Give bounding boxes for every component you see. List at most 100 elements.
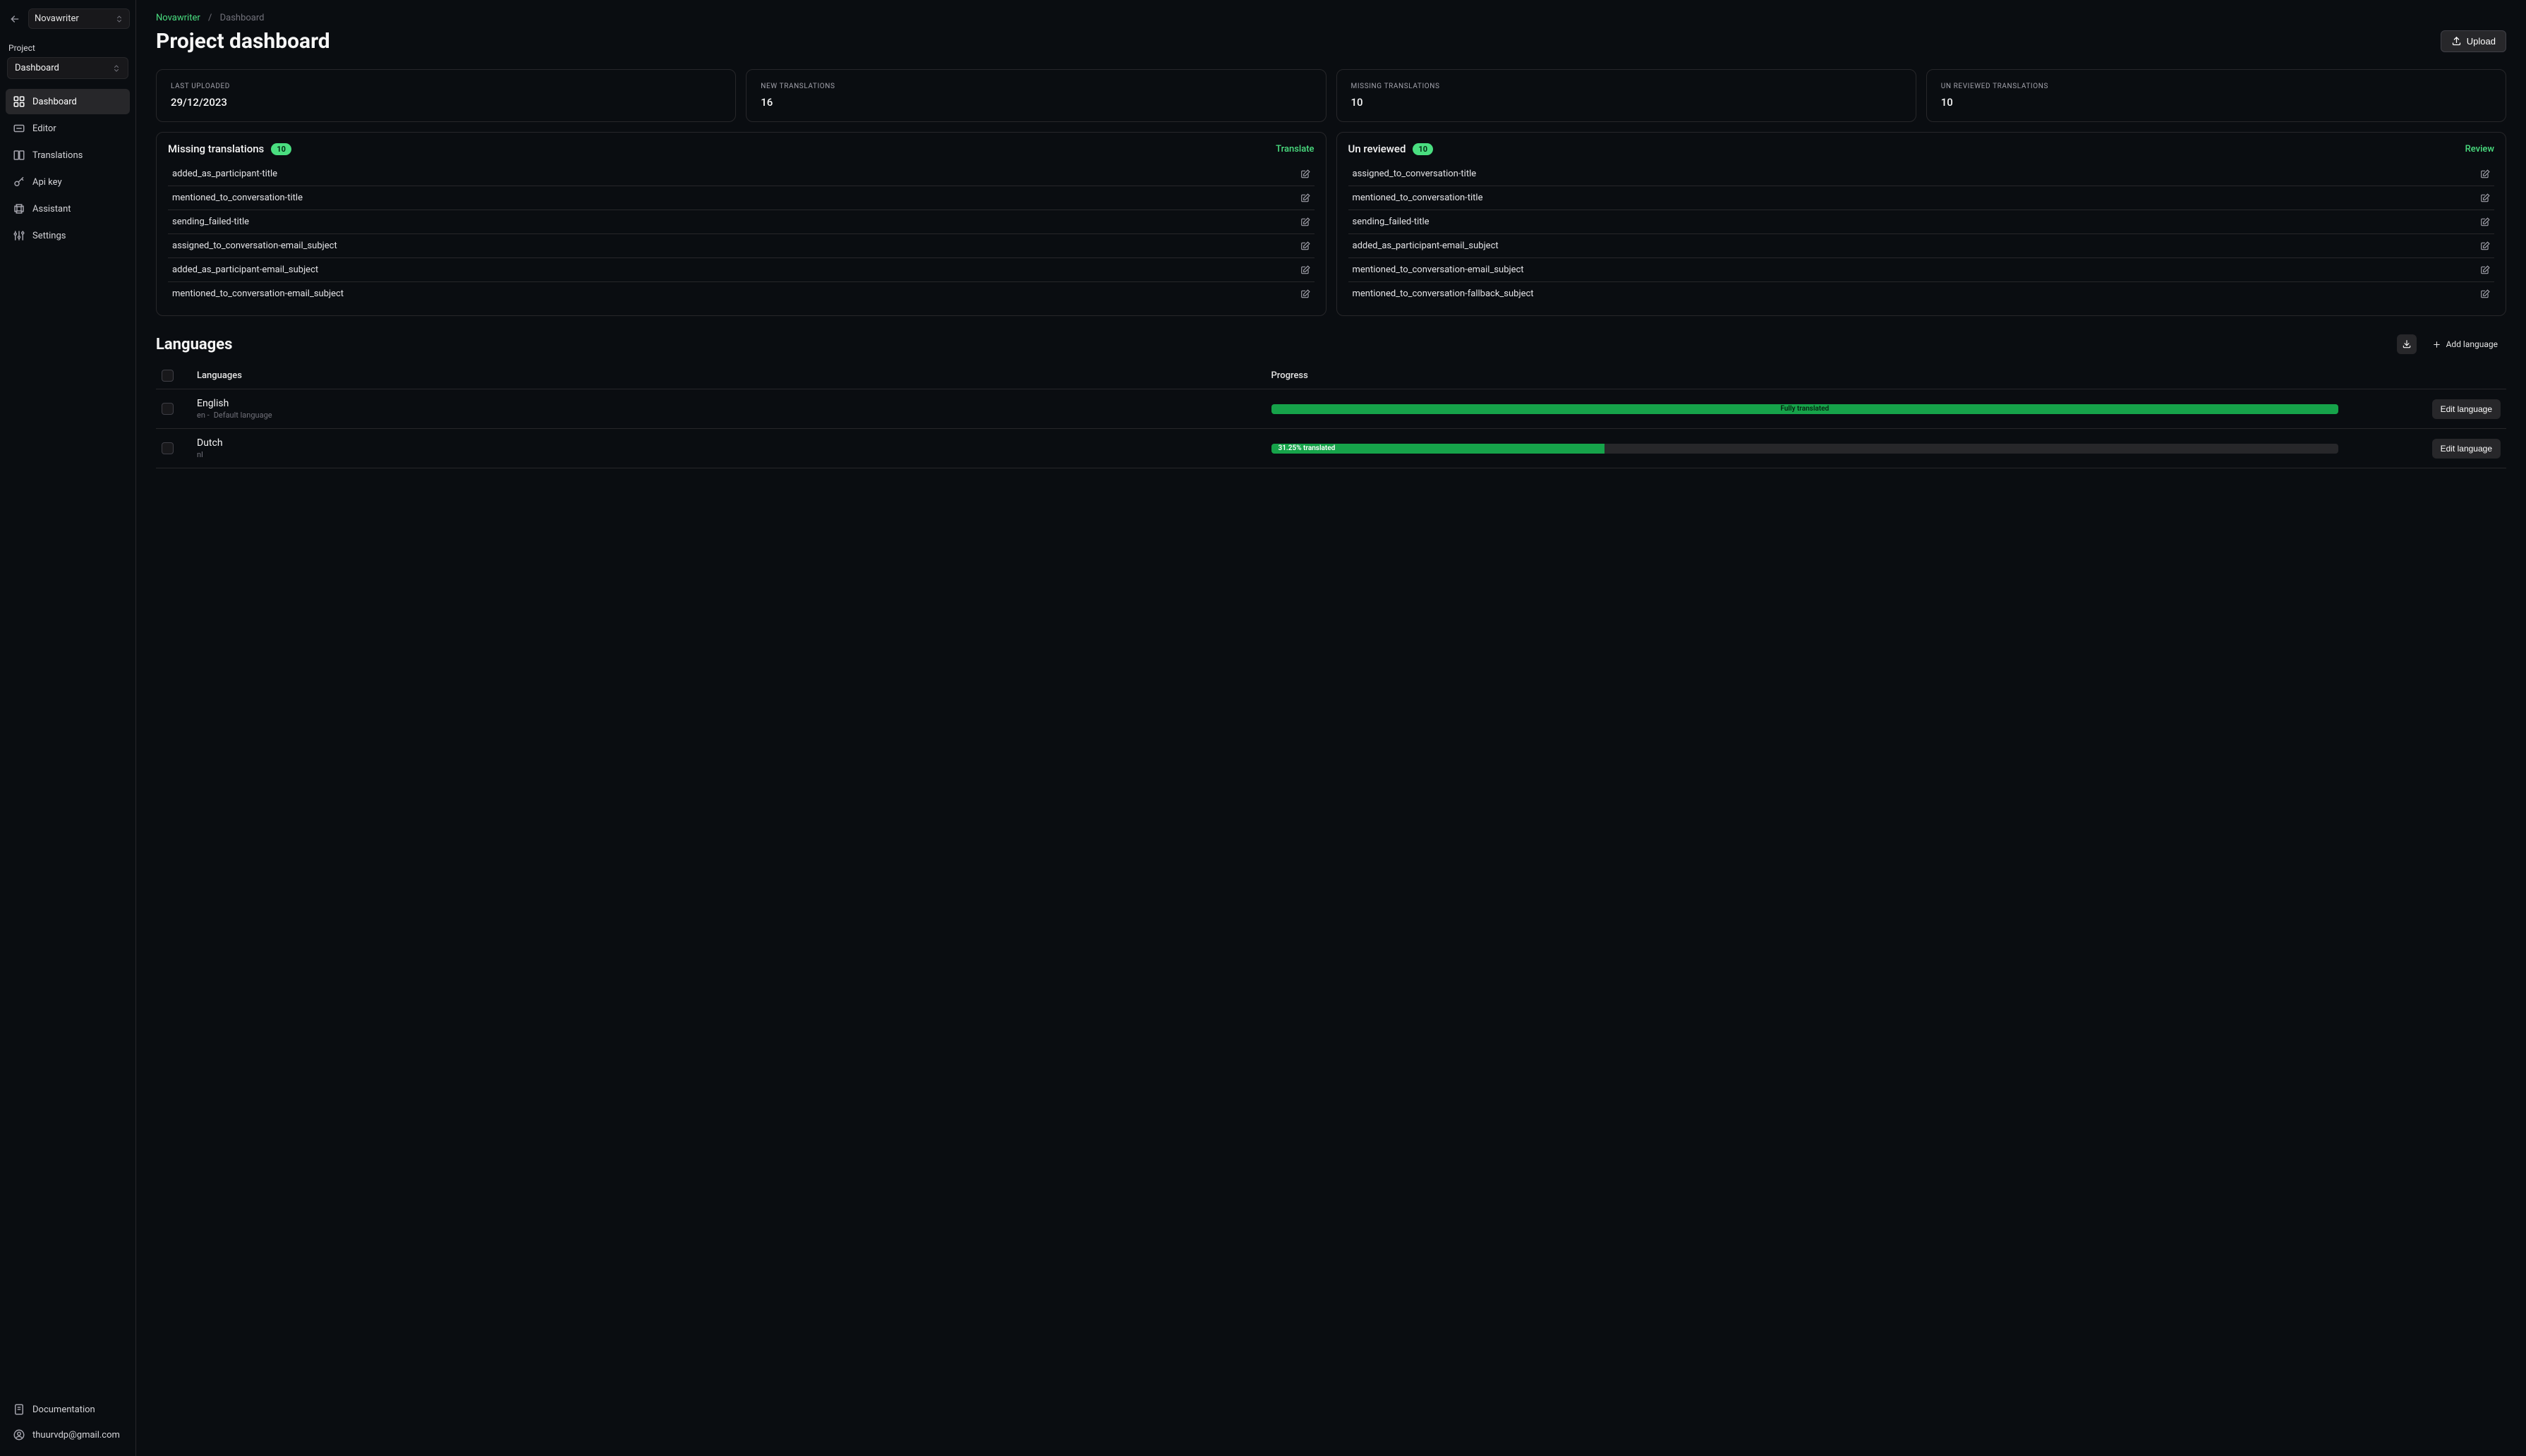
- breadcrumb: Novawriter / Dashboard: [156, 13, 2506, 23]
- key-name: added_as_participant-title: [172, 169, 277, 179]
- panel-title: Missing translations: [168, 142, 264, 155]
- breadcrumb-root[interactable]: Novawriter: [156, 13, 200, 23]
- translation-key-item: assigned_to_conversation-title: [1348, 162, 2495, 186]
- nav-editor[interactable]: Editor: [6, 116, 130, 141]
- translation-key-item: added_as_participant-title: [168, 162, 1315, 186]
- stat-last-uploaded: LAST UPLOADED 29/12/2023: [156, 69, 736, 122]
- nav-dashboard[interactable]: Dashboard: [6, 89, 130, 114]
- upload-label: Upload: [2467, 36, 2496, 47]
- add-language-button[interactable]: Add language: [2424, 335, 2506, 353]
- key-name: mentioned_to_conversation-fallback_subje…: [1353, 289, 1534, 299]
- edit-icon[interactable]: [2480, 217, 2490, 227]
- edit-icon[interactable]: [2480, 289, 2490, 299]
- row-checkbox[interactable]: [162, 442, 174, 454]
- stat-value: 16: [761, 96, 1311, 109]
- breadcrumb-current: Dashboard: [220, 13, 265, 23]
- add-language-label: Add language: [2446, 339, 2498, 349]
- nav-label: Assistant: [32, 204, 71, 214]
- languages-title: Languages: [156, 336, 232, 353]
- stat-missing-translations: MISSING TRANSLATIONS 10: [1336, 69, 1916, 122]
- review-action[interactable]: Review: [2465, 144, 2494, 154]
- upload-button[interactable]: Upload: [2441, 30, 2506, 52]
- project-select[interactable]: Dashboard: [7, 57, 128, 79]
- project-name: Dashboard: [15, 63, 59, 73]
- stat-label: LAST UPLOADED: [171, 83, 721, 90]
- key-name: mentioned_to_conversation-title: [172, 193, 303, 203]
- edit-icon[interactable]: [2480, 169, 2490, 179]
- key-name: added_as_participant-email_subject: [1353, 241, 1499, 251]
- stat-label: UN REVIEWED TRANSLATIONS: [1941, 83, 2491, 90]
- arrow-left-icon: [9, 13, 20, 25]
- org-name: Novawriter: [35, 13, 79, 24]
- nav-label: Api key: [32, 177, 62, 188]
- user-email: thuurvdp@gmail.com: [32, 1430, 120, 1440]
- progress-text: Fully translated: [1271, 404, 2339, 414]
- plus-icon: [2432, 340, 2441, 349]
- edit-language-button[interactable]: Edit language: [2432, 399, 2501, 419]
- nav-label: Translations: [32, 150, 83, 161]
- edit-icon[interactable]: [1300, 289, 1310, 299]
- translate-action[interactable]: Translate: [1276, 144, 1314, 154]
- edit-icon[interactable]: [2480, 241, 2490, 251]
- key-name: sending_failed-title: [172, 217, 249, 227]
- key-name: mentioned_to_conversation-title: [1353, 193, 1483, 203]
- download-button[interactable]: [2397, 334, 2417, 354]
- key-name: added_as_participant-email_subject: [172, 265, 318, 275]
- language-name: English: [197, 398, 1264, 409]
- translation-key-item: added_as_participant-email_subject: [1348, 233, 2495, 257]
- edit-icon[interactable]: [1300, 169, 1310, 179]
- main-content: Novawriter / Dashboard Project dashboard…: [136, 0, 2526, 1456]
- translation-key-item: sending_failed-title: [168, 210, 1315, 233]
- stat-label: NEW TRANSLATIONS: [761, 83, 1311, 90]
- sidebar: Novawriter Project Dashboard Dashboard E…: [0, 0, 136, 1456]
- nav-translations[interactable]: Translations: [6, 142, 130, 168]
- back-button[interactable]: [6, 10, 24, 28]
- key-icon: [13, 176, 25, 188]
- stat-value: 10: [1351, 96, 1902, 109]
- nav-assistant[interactable]: Assistant: [6, 196, 130, 222]
- key-name: mentioned_to_conversation-email_subject: [1353, 265, 1524, 275]
- key-name: assigned_to_conversation-title: [1353, 169, 1477, 179]
- row-checkbox[interactable]: [162, 403, 174, 415]
- stat-value: 29/12/2023: [171, 96, 721, 109]
- translation-key-item: mentioned_to_conversation-email_subject: [168, 281, 1315, 305]
- language-code: nl: [197, 450, 1264, 459]
- edit-language-button[interactable]: Edit language: [2432, 439, 2501, 459]
- edit-icon[interactable]: [1300, 241, 1310, 251]
- stat-new-translations: NEW TRANSLATIONS 16: [746, 69, 1326, 122]
- col-progress: Progress: [1271, 370, 2339, 381]
- languages-table-header: Languages Progress: [156, 363, 2506, 389]
- language-code: en -Default language: [197, 411, 1264, 420]
- edit-icon[interactable]: [1300, 217, 1310, 227]
- nav-label: Dashboard: [32, 97, 77, 107]
- nav-documentation[interactable]: Documentation: [6, 1397, 130, 1422]
- chevron-up-down-icon: [112, 64, 121, 73]
- translations-icon: [13, 149, 25, 162]
- count-badge: 10: [1413, 143, 1433, 155]
- translation-key-item: mentioned_to_conversation-email_subject: [1348, 257, 2495, 281]
- stat-value: 10: [1941, 96, 2491, 109]
- assistant-icon: [13, 202, 25, 215]
- key-name: sending_failed-title: [1353, 217, 1430, 227]
- nav-settings[interactable]: Settings: [6, 223, 130, 248]
- translation-key-item: mentioned_to_conversation-fallback_subje…: [1348, 281, 2495, 305]
- upload-icon: [2451, 36, 2462, 47]
- select-all-checkbox[interactable]: [162, 370, 174, 382]
- user-account[interactable]: thuurvdp@gmail.com: [6, 1422, 130, 1448]
- nav-api-key[interactable]: Api key: [6, 169, 130, 195]
- progress-text: 31.25% translated: [1271, 444, 2339, 454]
- edit-icon[interactable]: [2480, 193, 2490, 203]
- edit-icon[interactable]: [2480, 265, 2490, 275]
- document-icon: [13, 1403, 25, 1416]
- unreviewed-panel: Un reviewed 10 Review assigned_to_conver…: [1336, 132, 2507, 316]
- progress-bar: Fully translated: [1271, 404, 2339, 414]
- key-name: assigned_to_conversation-email_subject: [172, 241, 337, 251]
- edit-icon[interactable]: [1300, 265, 1310, 275]
- page-title: Project dashboard: [156, 29, 330, 54]
- translation-key-item: sending_failed-title: [1348, 210, 2495, 233]
- translation-key-item: added_as_participant-email_subject: [168, 257, 1315, 281]
- edit-icon[interactable]: [1300, 193, 1310, 203]
- language-row: English en -Default language Fully transla…: [156, 389, 2506, 429]
- org-select[interactable]: Novawriter: [28, 8, 130, 29]
- count-badge: 10: [271, 143, 291, 155]
